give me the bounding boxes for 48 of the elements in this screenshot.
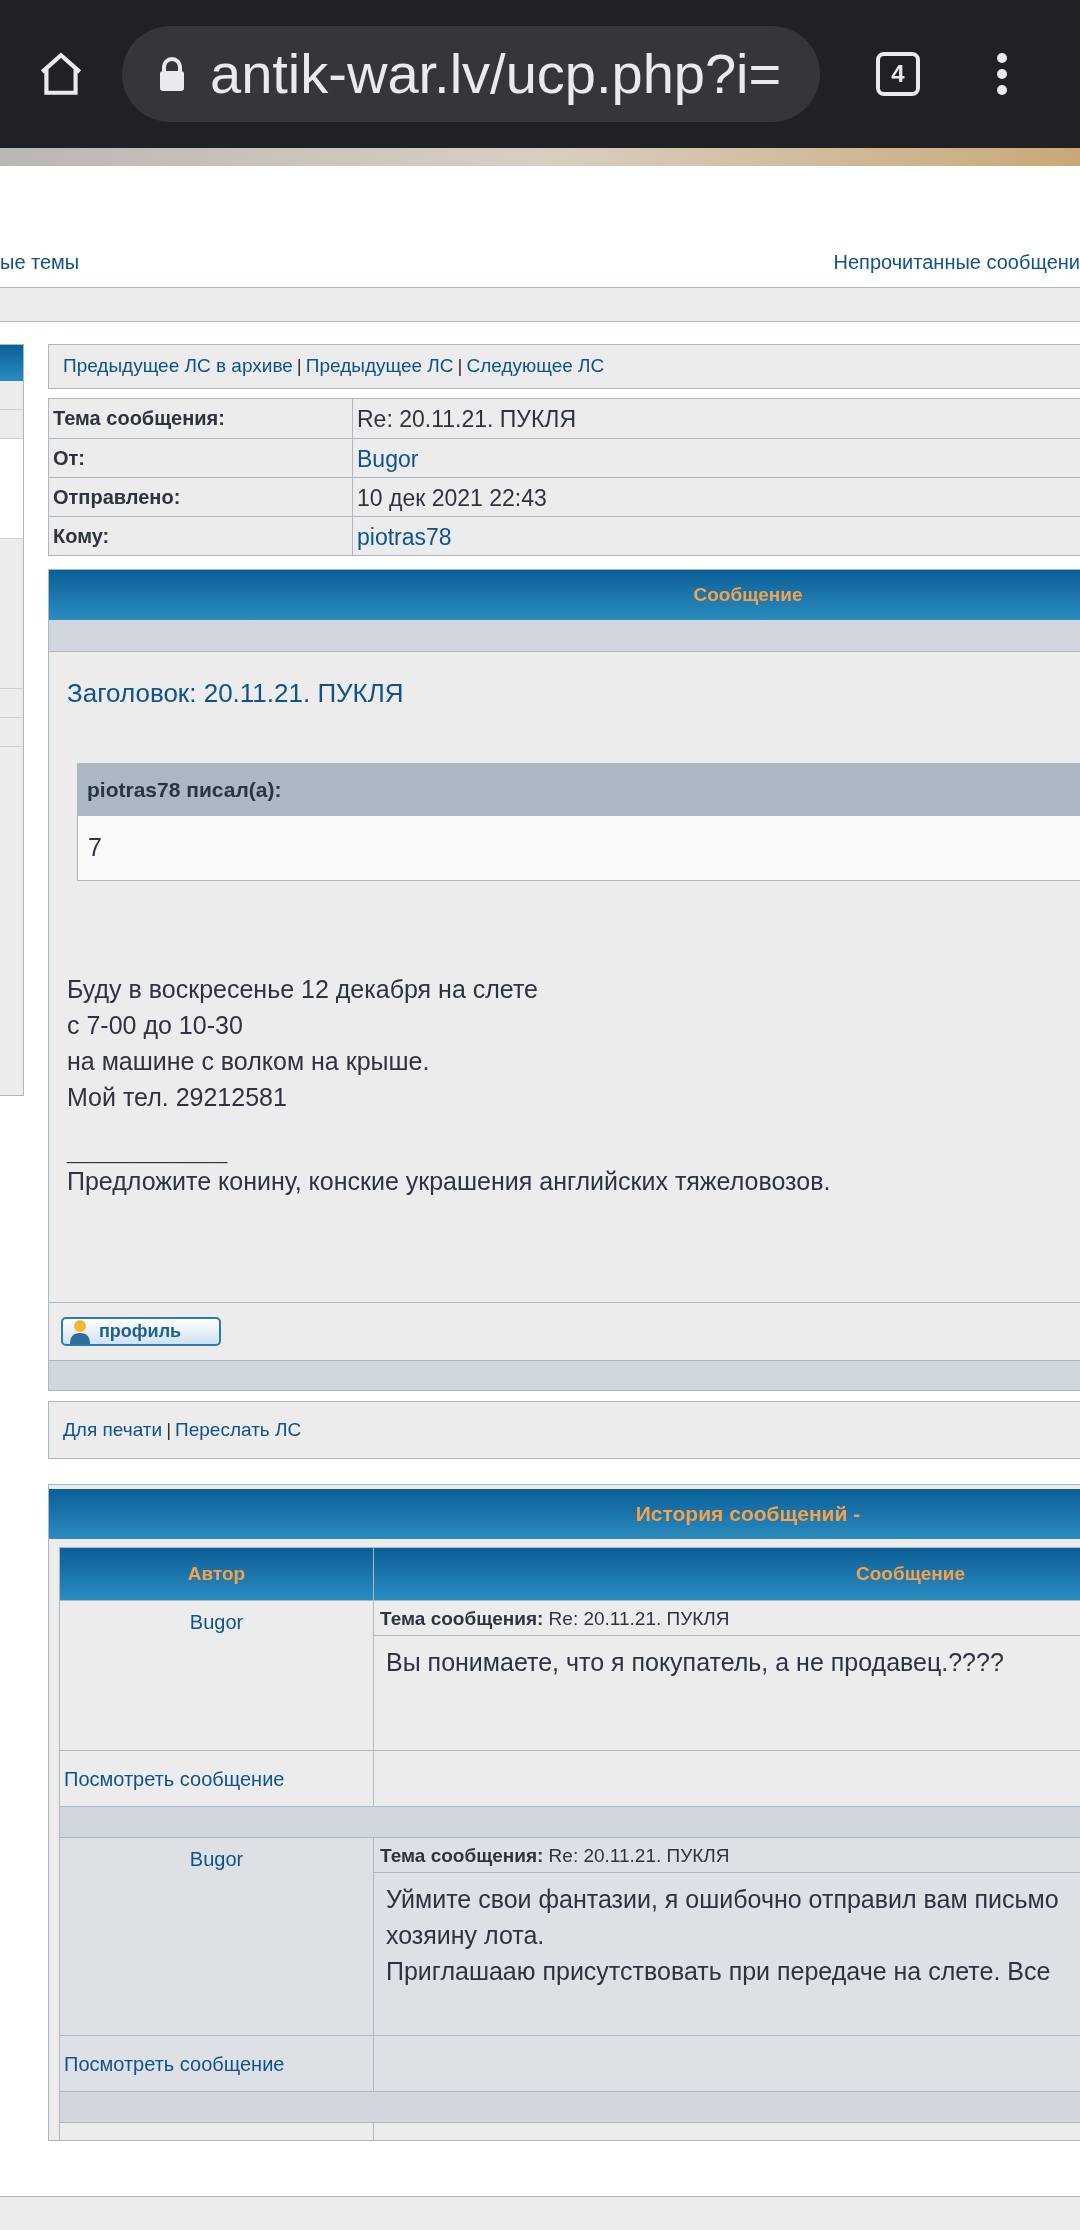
tab-count[interactable]: 4 — [876, 52, 920, 96]
lock-icon — [158, 57, 186, 91]
pm-nav-link[interactable]: Предыдущее ЛС — [305, 352, 454, 381]
message-header: Сообщение — [49, 570, 1080, 620]
info-value: 10 дек 2021 22:43 — [356, 484, 548, 513]
separator: | — [457, 354, 463, 379]
message-line: на машине с волком на крыше. — [67, 1046, 431, 1077]
user-icon — [69, 1318, 91, 1345]
url-bar[interactable]: antik-war.lv/ucp.php?i= — [122, 26, 820, 122]
quote-text: 7 — [78, 816, 1080, 880]
nav-link[interactable]: ые темы — [0, 247, 80, 277]
message-line: с 7-00 до 10-30 — [67, 1010, 244, 1041]
column-header: Автор — [60, 1548, 374, 1600]
more-menu-icon[interactable] — [996, 52, 1008, 96]
separator: | — [166, 1417, 172, 1442]
action-link[interactable]: Для печати — [63, 1415, 163, 1445]
action-link[interactable]: Переслать ЛС — [175, 1415, 302, 1445]
info-label: Отправлено: — [49, 478, 353, 516]
nav-link[interactable]: Непрочитанные сообщени — [833, 247, 1080, 277]
info-label: От: — [49, 439, 353, 477]
url-text: antik-war.lv/ucp.php?i= — [210, 41, 782, 107]
profile-button[interactable]: профиль — [61, 1317, 221, 1346]
signature-rule: ________________ — [67, 1143, 229, 1163]
history-message-line: Приглашааю присутствовать при передаче на слете. Все — [386, 1956, 1052, 1987]
info-value: Re: 20.11.21. ПУКЛЯ — [356, 405, 578, 434]
signature-text: Предложите конину, конские украшения английских тяжеловозов. — [67, 1166, 832, 1197]
info-link[interactable]: piotras78 — [353, 517, 456, 555]
history-message-line: Уймите свои фантазии, я ошибочно отправил вам письмо — [386, 1884, 1060, 1915]
quote-author: piotras78 писал(а): — [78, 764, 1080, 816]
info-link[interactable]: Bugor — [353, 439, 423, 477]
history-header: История сообщений - — [49, 1489, 1080, 1539]
view-message-link[interactable]: Посмотреть сообщение — [64, 1763, 285, 1794]
message-line: Буду в воскресенье 12 декабря на слете — [67, 974, 539, 1005]
history-subject: Тема сообщения: Re: 20.11.21. ПУКЛЯ — [374, 1838, 1080, 1873]
message-title: Заголовок: 20.11.21. ПУКЛЯ — [67, 677, 405, 710]
history-message-line: хозяину лота. — [386, 1920, 546, 1951]
history-subject: Тема сообщения: Re: 20.11.21. ПУКЛЯ — [374, 1601, 1080, 1636]
separator: | — [296, 354, 302, 379]
author-link[interactable]: Bugor — [189, 1844, 244, 1868]
info-label: Тема сообщения: — [49, 399, 353, 438]
pm-nav-link[interactable]: Следующее ЛС — [466, 352, 605, 381]
column-header: Сообщение — [374, 1548, 1080, 1600]
message-line: Мой тел. 29212581 — [67, 1082, 288, 1113]
author-link[interactable]: Bugor — [189, 1607, 244, 1631]
history-message-line: Вы понимаете, что я покупатель, а не продавец.???? — [386, 1647, 1005, 1678]
info-label: Кому: — [49, 517, 353, 555]
view-message-link[interactable]: Посмотреть сообщение — [64, 2048, 285, 2079]
pm-nav-link[interactable]: Предыдущее ЛС в архиве — [63, 352, 293, 381]
